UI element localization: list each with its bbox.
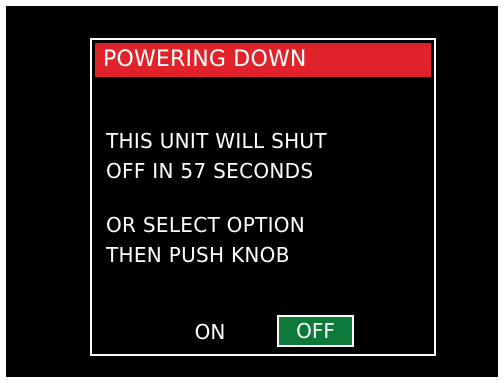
option-off-button[interactable]: OFF [277, 315, 354, 347]
instruction-line: OR SELECT OPTION [106, 213, 306, 237]
dialog-title: POWERING DOWN [95, 43, 431, 77]
power-down-dialog: POWERING DOWN THIS UNIT WILL SHUT OFF IN… [90, 38, 436, 356]
shutdown-message: THIS UNIT WILL SHUT OFF IN 57 SECONDS [106, 126, 426, 186]
message-line: THIS UNIT WILL SHUT [106, 129, 327, 153]
option-on-button[interactable]: ON [188, 317, 232, 349]
instruction-line: THEN PUSH KNOB [106, 243, 290, 267]
message-line: OFF IN 57 SECONDS [106, 159, 314, 183]
display-screen: POWERING DOWN THIS UNIT WILL SHUT OFF IN… [6, 6, 498, 377]
instruction-message: OR SELECT OPTION THEN PUSH KNOB [106, 210, 426, 270]
